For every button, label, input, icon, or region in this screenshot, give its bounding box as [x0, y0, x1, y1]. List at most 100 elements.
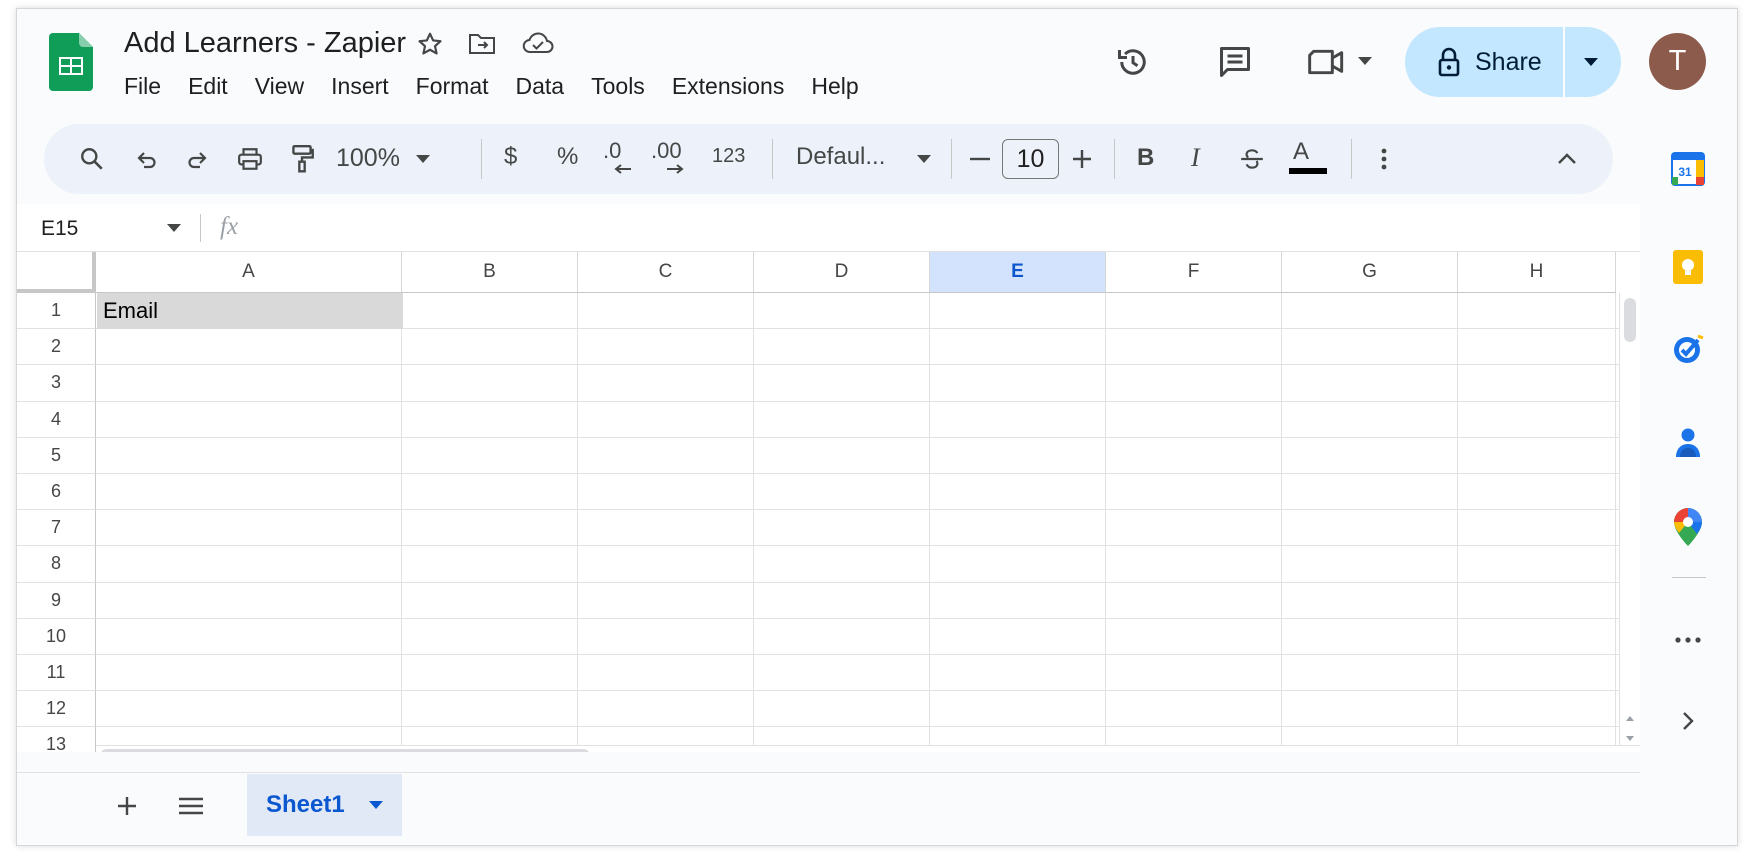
- column-header-g[interactable]: G: [1282, 252, 1458, 293]
- maps-icon[interactable]: [1668, 505, 1708, 549]
- share-label: Share: [1475, 47, 1542, 76]
- account-avatar[interactable]: T: [1649, 33, 1706, 90]
- column-gridline: [1615, 293, 1616, 745]
- strikethrough-icon[interactable]: [1234, 141, 1270, 177]
- svg-text:31: 31: [1678, 165, 1692, 179]
- menu-extensions[interactable]: Extensions: [672, 73, 785, 100]
- more-formats-button[interactable]: 123: [712, 145, 745, 168]
- row-header-10[interactable]: 10: [17, 618, 96, 655]
- font-size-input[interactable]: 10: [1002, 139, 1059, 179]
- vertical-scrollbar[interactable]: [1619, 293, 1640, 745]
- increase-font-size-icon[interactable]: [1064, 141, 1100, 177]
- comments-icon[interactable]: [1213, 40, 1257, 84]
- row-header-13[interactable]: 13: [17, 727, 96, 752]
- sheet-tab-dropdown-icon[interactable]: [367, 797, 385, 813]
- menu-edit[interactable]: Edit: [188, 73, 228, 100]
- row-gridline: [96, 436, 1619, 438]
- row-header-7[interactable]: 7: [17, 510, 96, 547]
- version-history-icon[interactable]: [1111, 40, 1155, 84]
- column-header-f[interactable]: F: [1106, 252, 1282, 293]
- all-sheets-icon[interactable]: [173, 788, 209, 824]
- cell-a1[interactable]: Email: [97, 293, 403, 329]
- menu-tools[interactable]: Tools: [591, 73, 645, 100]
- more-options-icon[interactable]: [1366, 141, 1402, 177]
- menu-bar: File Edit View Insert Format Data Tools …: [124, 73, 886, 100]
- zoom-select[interactable]: 100%: [336, 144, 400, 173]
- tasks-icon[interactable]: [1668, 329, 1708, 369]
- bold-button[interactable]: B: [1137, 144, 1154, 172]
- column-header-e[interactable]: E: [930, 252, 1106, 293]
- vertical-scroll-thumb[interactable]: [1624, 298, 1636, 342]
- horizontal-scroll-thumb[interactable]: [100, 749, 590, 752]
- name-box-dropdown-icon[interactable]: [165, 220, 183, 236]
- add-sheet-icon[interactable]: [109, 788, 145, 824]
- cloud-saved-icon[interactable]: [521, 29, 555, 59]
- text-color-button[interactable]: A: [1293, 138, 1309, 166]
- row-header-3[interactable]: 3: [17, 365, 96, 402]
- row-header-8[interactable]: 8: [17, 546, 96, 583]
- select-all-corner[interactable]: [17, 252, 96, 293]
- undo-icon[interactable]: [128, 141, 164, 177]
- hide-menus-chevron-icon[interactable]: [1549, 141, 1585, 177]
- column-header-a[interactable]: A: [96, 252, 402, 293]
- menu-help[interactable]: Help: [811, 73, 858, 100]
- scroll-down-icon[interactable]: [1623, 732, 1637, 744]
- percent-format-button[interactable]: %: [557, 143, 578, 171]
- currency-format-button[interactable]: $: [504, 143, 517, 171]
- keep-icon[interactable]: [1668, 247, 1708, 287]
- menu-data[interactable]: Data: [516, 73, 565, 100]
- menu-view[interactable]: View: [255, 73, 304, 100]
- row-header-2[interactable]: 2: [17, 329, 96, 366]
- zoom-dropdown-icon[interactable]: [414, 151, 432, 167]
- decrease-font-size-icon[interactable]: [962, 141, 998, 177]
- share-divider: [1563, 27, 1565, 97]
- column-header-d[interactable]: D: [754, 252, 930, 293]
- row-header-5[interactable]: 5: [17, 437, 96, 474]
- name-box[interactable]: E15: [41, 217, 78, 241]
- row-header-9[interactable]: 9: [17, 582, 96, 619]
- font-dropdown-icon[interactable]: [915, 151, 933, 167]
- print-icon[interactable]: [232, 141, 268, 177]
- column-gridline: [1457, 293, 1458, 745]
- row-header-12[interactable]: 12: [17, 691, 96, 728]
- share-button[interactable]: Share: [1405, 27, 1621, 97]
- scroll-left-icon[interactable]: [1574, 749, 1592, 752]
- italic-button[interactable]: I: [1191, 143, 1200, 173]
- row-header-1[interactable]: 1: [17, 293, 96, 330]
- move-folder-icon[interactable]: [467, 29, 497, 59]
- column-header-h[interactable]: H: [1458, 252, 1616, 293]
- contacts-icon[interactable]: [1668, 423, 1708, 463]
- column-header-b[interactable]: B: [402, 252, 578, 293]
- horizontal-scrollbar[interactable]: [96, 745, 1640, 752]
- row-header-4[interactable]: 4: [17, 401, 96, 438]
- column-header-c[interactable]: C: [578, 252, 754, 293]
- redo-icon[interactable]: [180, 141, 216, 177]
- sheets-logo[interactable]: [49, 33, 93, 91]
- increase-decimal-button[interactable]: .00: [651, 138, 682, 164]
- row-header-6[interactable]: 6: [17, 474, 96, 511]
- search-menus-icon[interactable]: [74, 141, 110, 177]
- paint-format-icon[interactable]: [284, 141, 320, 177]
- calendar-icon[interactable]: 31: [1668, 149, 1708, 189]
- meet-dropdown-icon[interactable]: [1355, 51, 1375, 71]
- sheet-tab-sheet1[interactable]: Sheet1: [247, 774, 402, 836]
- menu-file[interactable]: File: [124, 73, 161, 100]
- meet-icon[interactable]: [1303, 40, 1351, 84]
- formula-input[interactable]: [257, 212, 1617, 244]
- row-gridline: [96, 509, 1619, 511]
- row-gridline: [96, 617, 1619, 619]
- menu-format[interactable]: Format: [416, 73, 489, 100]
- font-family-select[interactable]: Defaul...: [796, 143, 885, 171]
- toolbar-divider: [1351, 139, 1352, 179]
- document-title[interactable]: Add Learners - Zapier: [124, 27, 406, 60]
- scroll-up-icon[interactable]: [1623, 712, 1637, 724]
- menu-insert[interactable]: Insert: [331, 73, 389, 100]
- share-dropdown-icon[interactable]: [1581, 52, 1601, 72]
- more-icon[interactable]: [1668, 625, 1708, 655]
- column-gridline: [753, 293, 754, 745]
- scroll-right-icon[interactable]: [1596, 749, 1614, 752]
- star-icon[interactable]: [415, 29, 445, 59]
- decrease-decimal-button[interactable]: .0: [603, 138, 621, 164]
- expand-icon[interactable]: [1668, 703, 1708, 739]
- row-header-11[interactable]: 11: [17, 655, 96, 692]
